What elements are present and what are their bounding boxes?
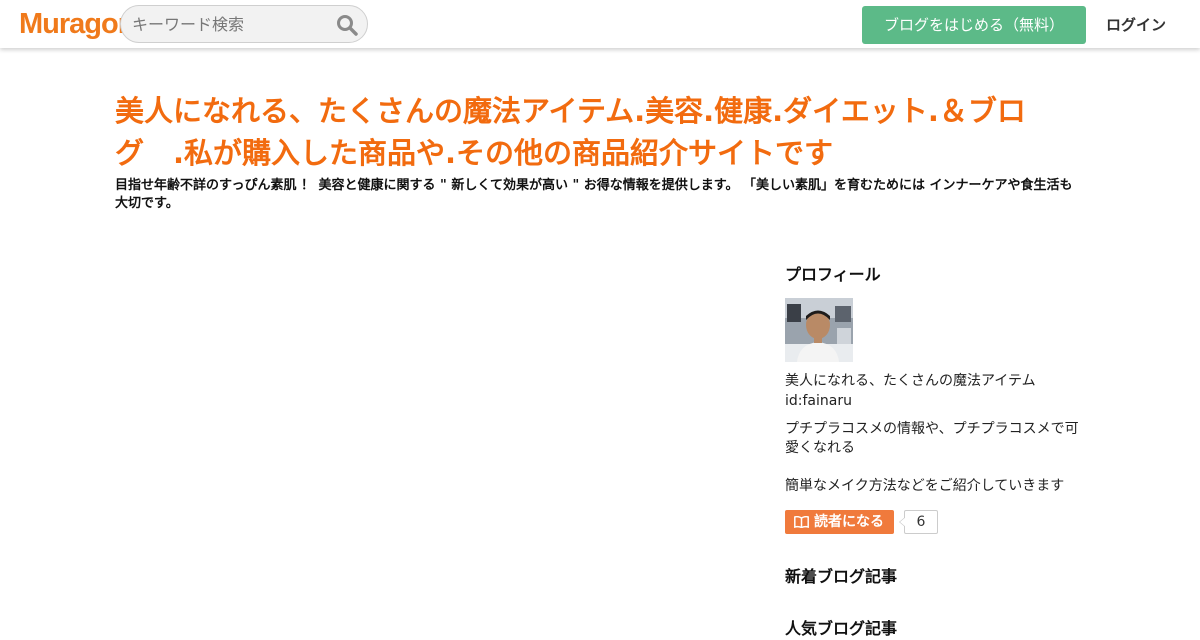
profile-id: id:fainaru: [785, 393, 852, 409]
blog-title[interactable]: 美人になれる、たくさんの魔法アイテム.美容.健康.ダイエット.＆ブログ .私が購…: [115, 90, 1085, 174]
muragon-logo[interactable]: Muragon: [19, 9, 135, 39]
start-blog-button[interactable]: ブログをはじめる（無料）: [862, 6, 1086, 44]
become-reader-button[interactable]: 読者になる: [785, 510, 894, 534]
profile-name[interactable]: 美人になれる、たくさんの魔法アイテム: [785, 371, 1085, 391]
search-icon[interactable]: [336, 14, 358, 36]
avatar[interactable]: [785, 298, 853, 362]
login-link[interactable]: ログイン: [1106, 14, 1166, 35]
sidebar: プロフィール 美人になれる、たくさんの魔法アイテム id:fainaru プチプ…: [785, 264, 1085, 640]
profile-description-line: プチプラコスメの情報や、プチプラコスメで可愛くなれる: [785, 421, 1079, 456]
profile-description: プチプラコスメの情報や、プチプラコスメで可愛くなれる 簡単なメイク方法などをご紹…: [785, 420, 1085, 496]
top-bar: Muragon ブログをはじめる（無料） ログイン: [0, 0, 1200, 48]
book-icon: [794, 516, 809, 528]
profile-section: プロフィール 美人になれる、たくさんの魔法アイテム id:fainaru プチプ…: [785, 264, 1085, 534]
profile-heading: プロフィール: [785, 265, 881, 284]
popular-posts-heading: 人気ブログ記事: [785, 619, 898, 638]
blog-header: 美人になれる、たくさんの魔法アイテム.美容.健康.ダイエット.＆ブログ .私が購…: [115, 90, 1085, 213]
profile-description-line: 簡単なメイク方法などをご紹介していきます: [785, 478, 1065, 494]
reader-row: 読者になる 6: [785, 510, 1085, 534]
new-posts-section: 新着ブログ記事: [785, 566, 1085, 588]
popular-posts-section: 人気ブログ記事: [785, 618, 1085, 640]
search-box[interactable]: [120, 5, 368, 43]
blog-description: 目指せ年齢不詳のすっぴん素肌 ！ 美容と健康に関する " 新しくて効果が高い "…: [115, 178, 1073, 211]
reader-count: 6: [899, 510, 938, 534]
new-posts-heading: 新着ブログ記事: [785, 567, 898, 586]
become-reader-label: 読者になる: [814, 514, 884, 530]
search-input[interactable]: [132, 14, 332, 34]
